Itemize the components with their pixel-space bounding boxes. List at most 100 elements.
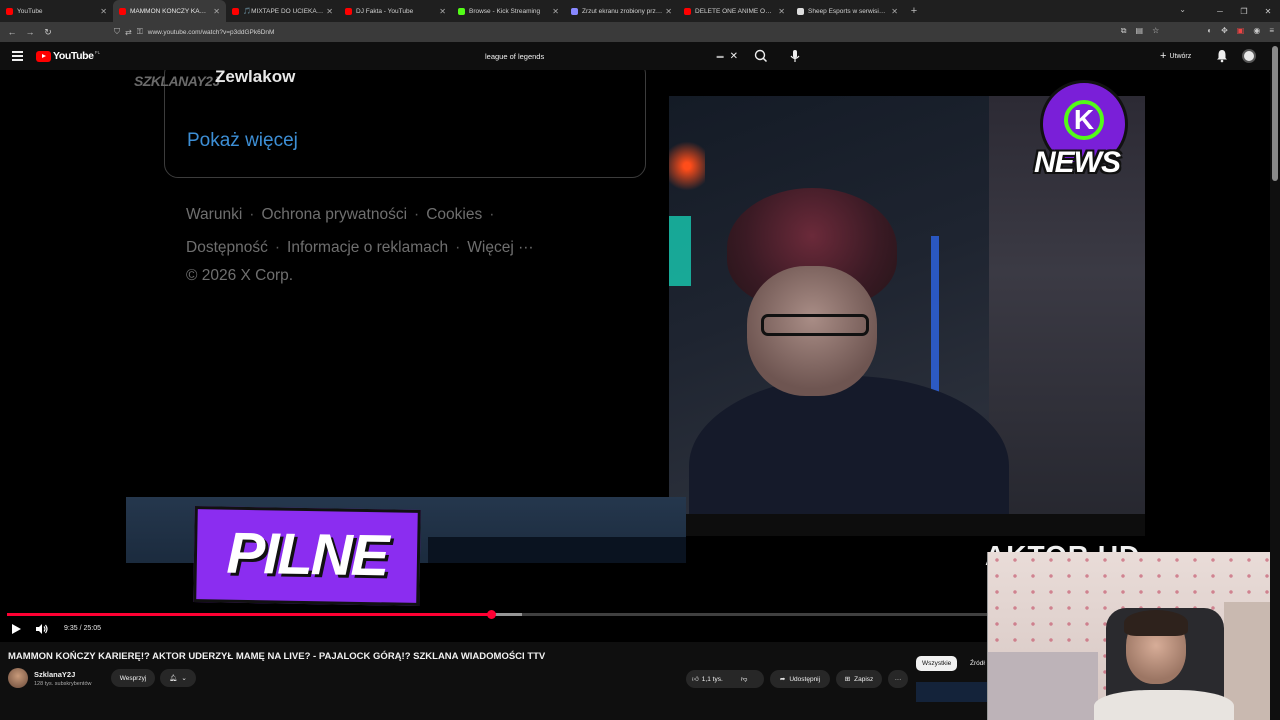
like-dislike-group: 👍︎ 1,1 tys. 👎︎	[686, 670, 764, 688]
browser-tab[interactable]: YouTube ✕	[0, 0, 113, 22]
window-controls: ─ ❐ ✕	[1208, 0, 1280, 22]
reader-icon[interactable]: ▤	[1136, 26, 1144, 36]
close-tab-icon[interactable]: ✕	[100, 7, 107, 16]
save-button[interactable]: ⊞ Zapisz	[836, 670, 882, 688]
favicon-icon	[232, 7, 239, 15]
search-box[interactable]: league of legends ▬ ✕	[478, 47, 746, 65]
show-more-link: Pokaż więcej	[187, 130, 298, 151]
footer-link: Warunki	[186, 206, 243, 223]
new-tab-button[interactable]: +	[904, 5, 924, 17]
played-bar	[7, 613, 491, 616]
browser-tab[interactable]: 🎵MIXTAPE DO UCIEKANIA ✕	[226, 0, 339, 22]
close-tab-icon[interactable]: ✕	[213, 7, 220, 16]
scrubber-handle[interactable]	[486, 610, 496, 619]
close-tab-icon[interactable]: ✕	[439, 7, 446, 16]
close-tab-icon[interactable]: ✕	[778, 7, 785, 16]
keyboard-icon[interactable]: ▬	[717, 53, 724, 60]
person-shirt	[1094, 690, 1234, 720]
minimize-icon[interactable]: ─	[1208, 7, 1232, 16]
scrollbar-thumb[interactable]	[1272, 46, 1278, 181]
browser-tab[interactable]: Browse - Kick Streaming ✕	[452, 0, 565, 22]
browser-tab[interactable]: MAMMON KOŃCZY KARIERĘ!?✕	[113, 0, 226, 22]
tab-search-icon[interactable]: ⌄	[1179, 5, 1186, 14]
separator-dot: ·	[249, 206, 255, 223]
search-icon[interactable]	[752, 48, 770, 64]
recommendation-thumbnail[interactable]	[916, 682, 988, 702]
microphone-icon[interactable]	[787, 48, 803, 64]
save-icon: ⊞	[844, 676, 851, 683]
site-settings-icon[interactable]: ⇄	[125, 28, 132, 37]
separator-dot: ·	[274, 239, 281, 256]
tab-title: MAMMON KOŃCZY KARIERĘ!?	[130, 7, 211, 15]
chip-sources[interactable]: Źródł	[966, 656, 989, 671]
close-tab-icon[interactable]: ✕	[665, 7, 672, 16]
menu-hamburger-icon[interactable]	[12, 51, 23, 61]
separator-dot: ·	[489, 206, 495, 223]
separator-dot: ·	[455, 239, 461, 256]
close-tab-icon[interactable]: ✕	[326, 7, 333, 16]
extension-icon[interactable]: ◐	[1207, 26, 1212, 36]
tab-title: YouTube	[17, 7, 43, 15]
account-avatar[interactable]	[1242, 49, 1256, 63]
bell-icon: 🔔︎	[169, 675, 178, 682]
footer-link: Informacje o reklamach	[287, 239, 449, 256]
browser-tab-strip: YouTube✕MAMMON KOŃCZY KARIERĘ!?✕🎵MIXTAPE…	[0, 0, 1280, 22]
tab-title: DELETE ONE ANIME OPENING	[695, 7, 775, 15]
lock-icon[interactable]: ⚿	[137, 27, 143, 37]
channel-avatar[interactable]	[8, 668, 28, 688]
url-field[interactable]: ⛉ ⇄ ⚿ www.youtube.com/watch?v=p3ddGPk6Dn…	[114, 24, 1144, 40]
youtube-logo[interactable]: YouTube PL	[36, 50, 100, 62]
puzzle-icon[interactable]: ✥	[1221, 26, 1228, 36]
favicon-icon	[684, 7, 691, 15]
forward-icon[interactable]: →	[21, 27, 39, 37]
support-button[interactable]: Wesprzyj	[111, 669, 155, 687]
browser-tab[interactable]: Zrzut ekranu zrobiony przez Lig✕	[565, 0, 678, 22]
browser-tab[interactable]: DELETE ONE ANIME OPENING✕	[678, 0, 791, 22]
url-text[interactable]: www.youtube.com/watch?v=p3ddGPk6DnM	[148, 29, 275, 36]
close-tab-icon[interactable]: ✕	[891, 7, 898, 16]
shield-icon[interactable]: ⛉	[114, 27, 120, 37]
favicon-icon	[797, 7, 804, 15]
time-display: 9:35 / 25:05	[64, 625, 101, 632]
search-input[interactable]: league of legends	[478, 52, 717, 61]
browser-tab[interactable]: Sheep Esports w serwisie X: „St✕	[791, 0, 904, 22]
notifications-bell-icon[interactable]	[1216, 49, 1228, 63]
channel-name[interactable]: SzklanaY2J	[34, 670, 75, 679]
tab-title: Zrzut ekranu zrobiony przez Lig	[582, 7, 663, 15]
browser-tab[interactable]: DJ Fakta - YouTube ✕	[339, 0, 452, 22]
like-button[interactable]: 👍︎ 1,1 tys.	[692, 675, 723, 684]
youtube-play-icon	[36, 50, 51, 62]
favicon-icon	[571, 7, 578, 15]
page-scrollbar[interactable]	[1270, 42, 1280, 720]
more-actions-button[interactable]: ···	[888, 670, 908, 688]
clear-search-icon[interactable]: ✕	[730, 51, 738, 62]
close-window-icon[interactable]: ✕	[1256, 7, 1280, 16]
close-tab-icon[interactable]: ✕	[552, 7, 559, 16]
tab-title: Sheep Esports w serwisie X: „St	[808, 7, 889, 15]
pip-icon[interactable]: ⧉	[1121, 26, 1127, 36]
reload-icon[interactable]: ↻	[39, 27, 57, 38]
profile-extension-icon[interactable]: ▣	[1237, 26, 1245, 36]
create-button[interactable]: + Utwórz	[1160, 49, 1191, 63]
menu-icon[interactable]: ≡	[1269, 26, 1274, 36]
glasses	[761, 314, 869, 336]
tab-title: Browse - Kick Streaming	[469, 7, 541, 15]
news-label: NEWS	[1034, 146, 1121, 179]
volume-icon[interactable]	[35, 623, 49, 635]
bed	[988, 652, 1098, 720]
x-footer-links-row1: Warunki · Ochrona prywatności · Cookies ·	[186, 206, 494, 224]
x-footer-links-row2: Dostępność · Informacje o reklamach · Więcej…	[186, 239, 534, 257]
x-account-name: Zewlakow	[215, 70, 296, 86]
share-button[interactable]: ➦ Udostępnij	[770, 670, 830, 688]
subscribe-bell-button[interactable]: 🔔︎ ⌄	[160, 669, 196, 687]
chip-all[interactable]: Wszystkie	[916, 656, 958, 671]
play-icon[interactable]	[10, 623, 22, 635]
account-icon[interactable]: ◉	[1253, 26, 1260, 36]
footer-link: Cookies	[426, 206, 483, 223]
channel-watermark: SZKLANAY2J	[134, 73, 220, 89]
restore-icon[interactable]: ❐	[1232, 7, 1256, 16]
dislike-icon[interactable]: 👎︎	[741, 675, 748, 683]
subscriber-count: 128 tys. subskrybentów	[34, 681, 92, 687]
bookmark-star-icon[interactable]: ☆	[1152, 26, 1159, 36]
back-icon[interactable]: ←	[3, 27, 21, 37]
